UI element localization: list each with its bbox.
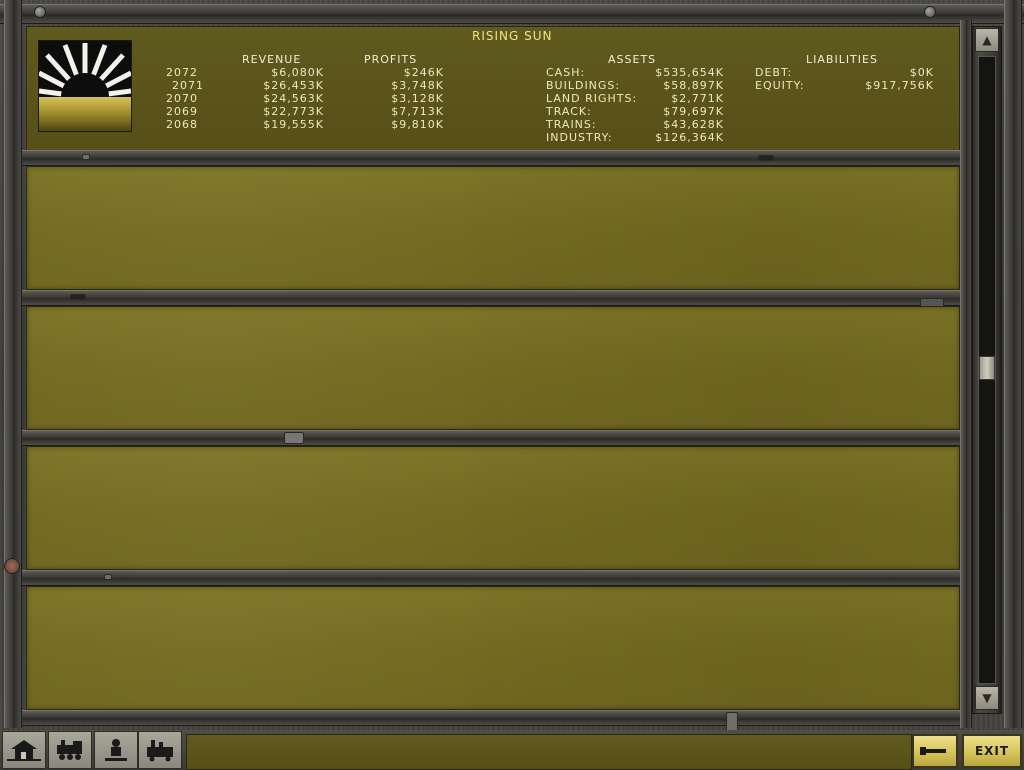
bolt	[34, 6, 46, 18]
profits-cell: $7,713K	[391, 105, 444, 118]
status-strip	[186, 734, 912, 770]
profits-cell: $246K	[403, 66, 444, 79]
scroll-up-icon: ▲	[982, 33, 992, 47]
rivet	[726, 712, 738, 732]
scroll-down-button[interactable]: ▼	[975, 686, 999, 710]
panel-divider	[22, 430, 960, 446]
panel-divider	[22, 150, 960, 166]
profits-header: Profits	[364, 53, 418, 66]
year-cell: 2069	[166, 105, 198, 118]
company-slot-panel-3[interactable]	[26, 446, 960, 570]
asset-value: $535,654K	[655, 66, 724, 79]
top-rail	[0, 4, 1024, 24]
company-logo	[38, 40, 132, 132]
person-icon	[105, 739, 127, 761]
company-summary-panel	[26, 26, 960, 152]
liability-value: $0K	[909, 66, 934, 79]
left-rail	[4, 0, 22, 728]
year-cell: 2070	[166, 92, 198, 105]
liability-label: Debt:	[755, 66, 793, 79]
company-slot-panel-4[interactable]	[26, 586, 960, 710]
company-name: RISING SUN	[472, 29, 553, 43]
asset-label: Track:	[546, 105, 592, 118]
revenue-cell: $26,453K	[263, 79, 324, 92]
scrollbar-thumb[interactable]	[979, 356, 995, 380]
asset-label: Cash:	[546, 66, 586, 79]
industry-icon	[147, 740, 173, 762]
asset-value: $58,897K	[663, 79, 724, 92]
revenue-cell: $6,080K	[271, 66, 324, 79]
asset-label: Buildings:	[546, 79, 621, 92]
panel-divider	[22, 570, 960, 586]
mid-right-rail	[960, 20, 972, 728]
rivet	[82, 154, 90, 160]
station-button[interactable]	[2, 731, 46, 769]
panel-divider	[22, 290, 960, 306]
rising-sun-logo-icon	[39, 41, 131, 131]
liabilities-header: Liabilities	[806, 53, 878, 66]
revenue-cell: $22,773K	[263, 105, 324, 118]
bolt	[924, 6, 936, 18]
profits-cell: $3,748K	[391, 79, 444, 92]
station-icon	[7, 740, 41, 761]
locomotive-icon	[57, 740, 82, 760]
manager-button[interactable]	[94, 731, 138, 769]
company-slot-panel-1[interactable]	[26, 166, 960, 290]
liability-label: Equity:	[755, 79, 805, 92]
revenue-header: Revenue	[242, 53, 302, 66]
right-rail	[1004, 0, 1022, 728]
scroll-down-icon: ▼	[982, 691, 992, 705]
profits-cell: $9,810K	[391, 118, 444, 131]
rivet	[104, 574, 112, 580]
asset-value: $126,364K	[655, 131, 724, 144]
rivet	[758, 155, 774, 161]
profits-cell: $3,128K	[391, 92, 444, 105]
company-slot-panel-2[interactable]	[26, 306, 960, 430]
rivet	[70, 294, 86, 300]
year-cell: 2071	[172, 79, 204, 92]
asset-value: $43,628K	[663, 118, 724, 131]
bolt	[4, 558, 20, 574]
rivet	[284, 432, 304, 444]
industry-button[interactable]	[138, 731, 182, 769]
year-cell: 2068	[166, 118, 198, 131]
minimize-icon	[920, 747, 946, 755]
year-cell: 2072	[166, 66, 198, 79]
scroll-up-button[interactable]: ▲	[975, 28, 999, 52]
revenue-cell: $24,563K	[263, 92, 324, 105]
exit-button[interactable]: EXIT	[962, 734, 1022, 768]
asset-label: Trains:	[546, 118, 597, 131]
locomotive-button[interactable]	[48, 731, 92, 769]
liability-value: $917,756K	[865, 79, 934, 92]
assets-header: Assets	[608, 53, 657, 66]
asset-value: $2,771K	[671, 92, 724, 105]
panel-divider	[22, 710, 960, 726]
revenue-cell: $19,555K	[263, 118, 324, 131]
minimize-button[interactable]	[912, 734, 958, 768]
asset-value: $79,697K	[663, 105, 724, 118]
asset-label: Industry:	[546, 131, 613, 144]
